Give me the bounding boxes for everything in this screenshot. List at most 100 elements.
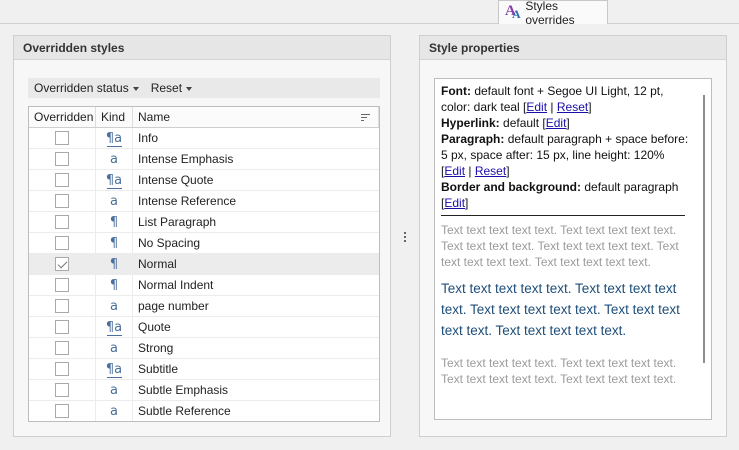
hyperlink-label: Hyperlink: <box>441 116 500 130</box>
style-name: Intense Reference <box>138 194 237 208</box>
linked-style-icon: ¶a <box>105 361 123 378</box>
style-name: Strong <box>138 341 174 355</box>
style-name: Subtitle <box>138 362 179 376</box>
column-header-kind[interactable]: Kind <box>96 107 133 127</box>
table-row[interactable]: ¶ Normal Indent <box>29 275 379 296</box>
column-header-overridden[interactable]: Overridden <box>29 107 96 127</box>
overridden-checkbox[interactable] <box>55 341 69 355</box>
table-row[interactable]: ¶a Info <box>29 128 379 149</box>
table-row[interactable]: ¶a Subtitle <box>29 359 379 380</box>
sample-text-after: Text text text text text. Text text text… <box>441 356 677 386</box>
linked-style-icon: ¶a <box>105 319 123 336</box>
table-row[interactable]: a Subtle Emphasis <box>29 380 379 401</box>
column-header-name-label: Name <box>138 110 171 124</box>
kind-cell: a <box>96 149 133 169</box>
font-property: Font: default font + Segoe UI Light, 12 … <box>441 84 664 114</box>
kind-cell: ¶ <box>96 254 133 274</box>
style-name: Normal <box>138 257 177 271</box>
overridden-cell <box>29 380 96 400</box>
style-properties-view: Font: default font + Segoe UI Light, 12 … <box>434 78 712 420</box>
reset-dropdown[interactable]: Reset <box>151 81 193 95</box>
style-name: Intense Emphasis <box>138 152 234 166</box>
table-row[interactable]: ¶ No Spacing <box>29 233 379 254</box>
style-name: page number <box>138 299 209 313</box>
table-row[interactable]: ¶a Intense Quote <box>29 170 379 191</box>
overridden-cell <box>29 212 96 232</box>
table-row[interactable]: a Strong <box>29 338 379 359</box>
overridden-checkbox[interactable] <box>55 404 69 418</box>
border-value: default paragraph <box>584 180 679 194</box>
chevron-down-icon <box>132 86 139 91</box>
overridden-checkbox[interactable] <box>55 173 69 187</box>
overridden-checkbox[interactable] <box>55 278 69 292</box>
kind-cell: ¶a <box>96 128 133 148</box>
tab-strip-line <box>0 23 739 24</box>
character-style-icon: a <box>110 151 118 167</box>
overridden-checkbox[interactable] <box>55 383 69 397</box>
style-name: Info <box>138 131 159 145</box>
overridden-status-dropdown[interactable]: Overridden status <box>34 81 139 95</box>
font-edit-link[interactable]: Edit <box>526 100 547 114</box>
overridden-cell <box>29 296 96 316</box>
style-name: Subtle Reference <box>138 404 231 418</box>
kind-cell: a <box>96 401 133 421</box>
table-row[interactable]: a Intense Emphasis <box>29 149 379 170</box>
styles-toolbar: Overridden status Reset <box>28 78 380 98</box>
chevron-down-icon <box>186 86 193 91</box>
overridden-checkbox[interactable] <box>55 320 69 334</box>
divider <box>441 215 685 216</box>
table-row[interactable]: ¶ Normal <box>29 254 379 275</box>
style-name: Quote <box>138 320 171 334</box>
style-name: Subtle Emphasis <box>138 383 229 397</box>
overridden-status-label: Overridden status <box>34 81 129 95</box>
overridden-checkbox[interactable] <box>55 194 69 208</box>
overridden-checkbox[interactable] <box>55 152 69 166</box>
linked-style-icon: ¶a <box>105 172 123 189</box>
paragraph-property: Paragraph: default paragraph + space bef… <box>441 132 689 178</box>
kind-cell: a <box>96 191 133 211</box>
sort-icon <box>361 114 370 121</box>
paragraph-style-icon: ¶ <box>109 277 119 293</box>
table-row[interactable]: ¶a Quote <box>29 317 379 338</box>
overridden-cell <box>29 128 96 148</box>
overridden-checkbox[interactable] <box>55 131 69 145</box>
overridden-checkbox[interactable] <box>55 362 69 376</box>
table-row[interactable]: a Intense Reference <box>29 191 379 212</box>
column-header-name[interactable]: Name <box>133 107 379 127</box>
paragraph-style-icon: ¶ <box>109 256 119 272</box>
tab-styles-overrides[interactable]: AA Styles overrides <box>498 0 608 27</box>
overridden-cell <box>29 338 96 358</box>
overridden-cell <box>29 149 96 169</box>
paragraph-edit-link[interactable]: Edit <box>444 164 465 178</box>
overridden-checkbox[interactable] <box>55 257 69 271</box>
font-value: default font + Segoe UI Light, 12 pt, co… <box>441 84 664 114</box>
table-row[interactable]: a page number <box>29 296 379 317</box>
properties-scrollbar[interactable] <box>703 95 705 363</box>
overridden-checkbox[interactable] <box>55 215 69 229</box>
overridden-cell <box>29 254 96 274</box>
character-style-icon: a <box>110 382 118 398</box>
overridden-cell <box>29 317 96 337</box>
linked-style-icon: ¶a <box>105 130 123 147</box>
table-row[interactable]: ¶ List Paragraph <box>29 212 379 233</box>
grid-header: Overridden Kind Name <box>29 107 379 128</box>
style-properties-title: Style properties <box>420 36 726 60</box>
character-style-icon: a <box>110 403 118 419</box>
overridden-checkbox[interactable] <box>55 236 69 250</box>
table-row[interactable]: a Subtle Reference <box>29 401 379 421</box>
border-label: Border and background: <box>441 180 582 194</box>
overridden-cell <box>29 191 96 211</box>
overridden-checkbox[interactable] <box>55 299 69 313</box>
border-edit-link[interactable]: Edit <box>444 196 465 210</box>
grid-body: ¶a Info a Intense Emphasis ¶a Intense Quote a I… <box>29 128 379 421</box>
paragraph-style-icon: ¶ <box>109 214 119 230</box>
style-name: Intense Quote <box>138 173 214 187</box>
kind-cell: ¶ <box>96 275 133 295</box>
hyperlink-edit-link[interactable]: Edit <box>546 116 567 130</box>
font-reset-link[interactable]: Reset <box>557 100 588 114</box>
paragraph-reset-link[interactable]: Reset <box>475 164 506 178</box>
overridden-cell <box>29 233 96 253</box>
character-style-icon: a <box>110 298 118 314</box>
overridden-styles-title: Overridden styles <box>14 36 390 60</box>
panel-splitter-handle[interactable] <box>404 232 407 242</box>
